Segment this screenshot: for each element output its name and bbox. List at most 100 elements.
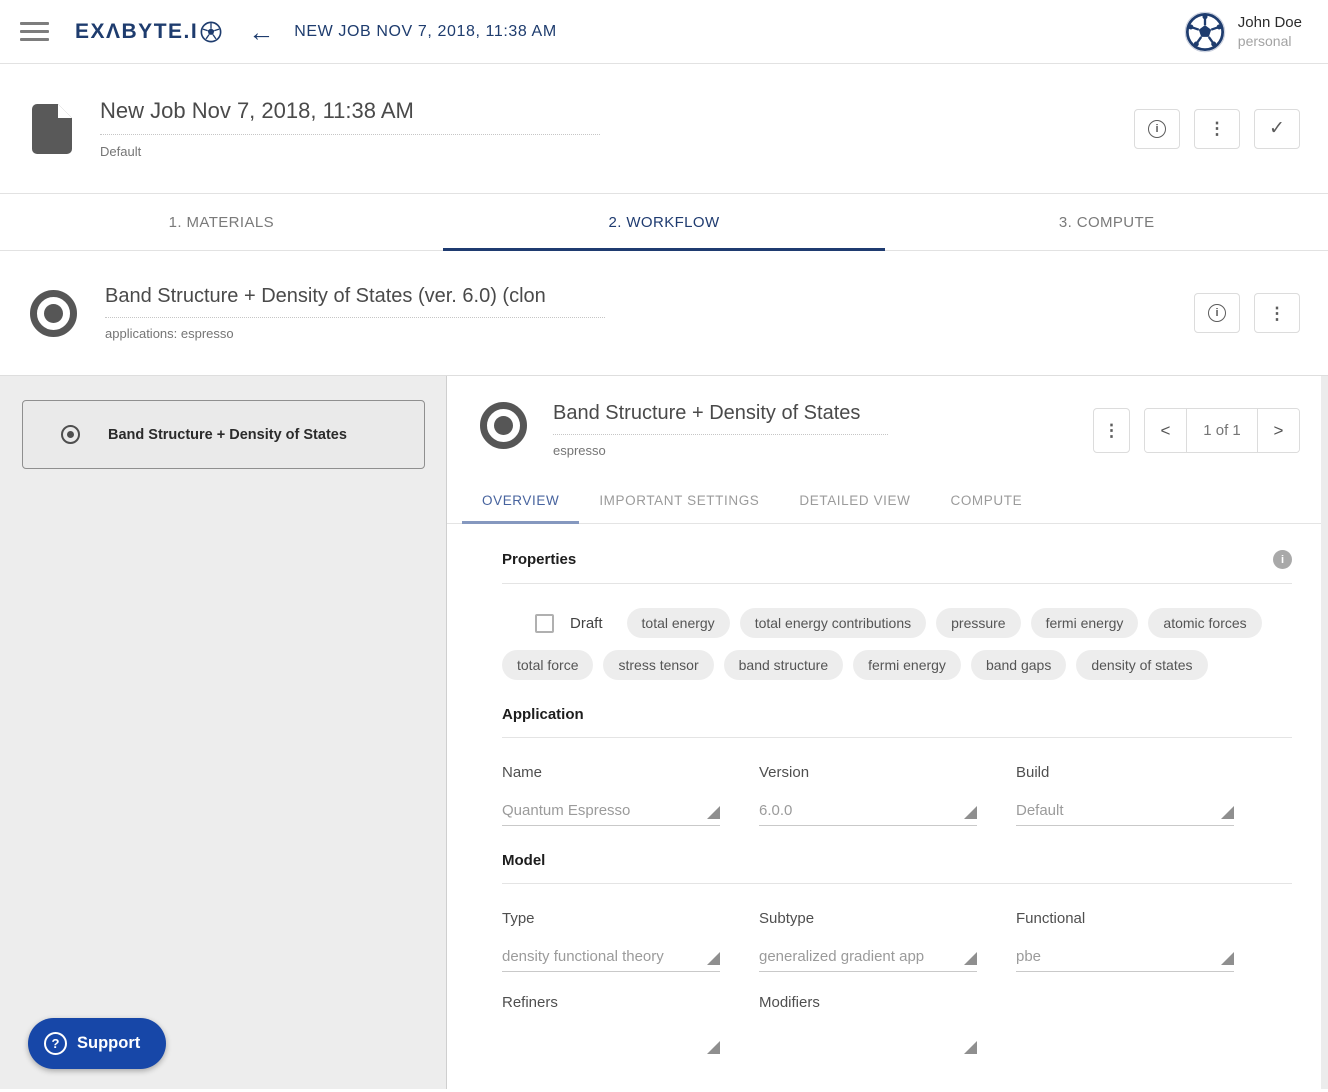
kebab-icon: ⋮ [1209, 120, 1226, 137]
step-compute[interactable]: 3. COMPUTE [885, 194, 1328, 250]
pager-status: 1 of 1 [1186, 409, 1258, 452]
job-title-input[interactable]: New Job Nov 7, 2018, 11:38 AM [100, 98, 600, 135]
subworkflow-icon [480, 402, 527, 449]
job-submit-button[interactable]: ✓ [1254, 109, 1300, 149]
tab-overview[interactable]: OVERVIEW [462, 478, 579, 523]
step-materials[interactable]: 1. MATERIALS [0, 194, 443, 250]
back-arrow-icon[interactable]: ← [248, 19, 274, 45]
divider [502, 737, 1292, 738]
dropdown-triangle-icon [964, 806, 977, 819]
kebab-icon: ⋮ [1103, 422, 1120, 439]
draft-label: Draft [570, 615, 603, 632]
property-tag[interactable]: total force [502, 650, 593, 680]
logo-text: EXΛBYTE.I [75, 20, 198, 44]
model-modifiers-select[interactable] [759, 1038, 977, 1060]
workflow-header: Band Structure + Density of States (ver.… [0, 251, 1328, 375]
subworkflow-item-icon [61, 425, 80, 444]
tab-detailed-view[interactable]: DETAILED VIEW [779, 478, 930, 523]
properties-info-icon[interactable]: i [1273, 550, 1292, 569]
field-label-modifiers: Modifiers [759, 994, 977, 1011]
divider [502, 883, 1292, 884]
user-menu[interactable]: John Doe personal [1184, 11, 1302, 53]
job-more-button[interactable]: ⋮ [1194, 109, 1240, 149]
exabyte-logo[interactable]: EXΛBYTE.I [75, 20, 222, 44]
field-label-refiners: Refiners [502, 994, 720, 1011]
subworkflow-tabs: OVERVIEW IMPORTANT SETTINGS DETAILED VIE… [447, 478, 1328, 524]
divider [502, 583, 1292, 584]
step-workflow[interactable]: 2. WORKFLOW [443, 194, 886, 250]
dropdown-triangle-icon [707, 1041, 720, 1054]
pager-next-button[interactable]: > [1258, 409, 1299, 452]
model-heading: Model [502, 852, 545, 869]
subworkflow-title-input[interactable]: Band Structure + Density of States [553, 402, 888, 435]
workflow-icon [30, 290, 77, 337]
subworkflow-header: Band Structure + Density of States espre… [447, 376, 1328, 458]
subworkflow-detail-panel: Band Structure + Density of States espre… [447, 376, 1328, 1089]
subworkflow-list-panel: Band Structure + Density of States ? Sup… [0, 376, 447, 1089]
wizard-steps: 1. MATERIALS 2. WORKFLOW 3. COMPUTE [0, 194, 1328, 251]
application-name-select[interactable]: Quantum Espresso [502, 802, 720, 826]
property-tag[interactable]: band structure [724, 650, 844, 680]
pager-prev-button[interactable]: < [1145, 409, 1186, 452]
property-tag[interactable]: stress tensor [603, 650, 713, 680]
question-icon: ? [44, 1032, 67, 1055]
property-tag[interactable]: density of states [1076, 650, 1207, 680]
logo-ball-icon [200, 21, 222, 43]
subworkflow-more-button[interactable]: ⋮ [1093, 408, 1130, 453]
app-header: EXΛBYTE.I ← NEW JOB NOV 7, 2018, 11:38 A… [0, 0, 1328, 64]
properties-tags: Draft total energy total energy contribu… [502, 608, 1292, 680]
property-tag[interactable]: fermi energy [1031, 608, 1139, 638]
subworkflow-list-item[interactable]: Band Structure + Density of States [22, 400, 425, 469]
field-label-name: Name [502, 764, 720, 781]
model-type-value: density functional theory [502, 948, 664, 965]
workflow-more-button[interactable]: ⋮ [1254, 293, 1300, 333]
model-fields: Type density functional theory Subtype g… [502, 910, 1292, 972]
document-icon [32, 104, 72, 154]
menu-icon[interactable] [20, 22, 49, 41]
field-label-subtype: Subtype [759, 910, 977, 927]
model-type-select[interactable]: density functional theory [502, 948, 720, 972]
subworkflow-item-label: Band Structure + Density of States [108, 427, 347, 443]
workflow-subtitle: applications: espresso [105, 326, 605, 341]
application-build-select[interactable]: Default [1016, 802, 1234, 826]
application-heading: Application [502, 706, 584, 723]
dropdown-triangle-icon [707, 952, 720, 965]
model-subtype-select[interactable]: generalized gradient app [759, 948, 977, 972]
dropdown-triangle-icon [964, 1041, 977, 1054]
property-tag[interactable]: total energy [627, 608, 730, 638]
model-fields-row2: Refiners Modifiers [502, 994, 1292, 1060]
model-subtype-value: generalized gradient app [759, 948, 924, 965]
property-tag[interactable]: pressure [936, 608, 1020, 638]
kebab-icon: ⋮ [1269, 305, 1286, 322]
workflow-info-button[interactable]: i [1194, 293, 1240, 333]
info-icon: i [1148, 120, 1166, 138]
dropdown-triangle-icon [964, 952, 977, 965]
property-tag[interactable]: band gaps [971, 650, 1066, 680]
application-name-value: Quantum Espresso [502, 802, 630, 819]
model-refiners-select[interactable] [502, 1038, 720, 1060]
tab-important-settings[interactable]: IMPORTANT SETTINGS [579, 478, 779, 523]
job-subtitle: Default [100, 144, 600, 159]
pager: < 1 of 1 > [1144, 408, 1300, 453]
property-tag[interactable]: atomic forces [1148, 608, 1261, 638]
properties-heading: Properties [502, 551, 576, 568]
dropdown-triangle-icon [707, 806, 720, 819]
field-label-functional: Functional [1016, 910, 1234, 927]
workflow-title-input[interactable]: Band Structure + Density of States (ver.… [105, 285, 605, 318]
model-functional-value: pbe [1016, 948, 1041, 965]
tab-compute[interactable]: COMPUTE [930, 478, 1042, 523]
check-icon: ✓ [1269, 119, 1285, 138]
draft-checkbox[interactable] [535, 614, 554, 633]
dropdown-triangle-icon [1221, 806, 1234, 819]
model-functional-select[interactable]: pbe [1016, 948, 1234, 972]
field-label-build: Build [1016, 764, 1234, 781]
job-info-button[interactable]: i [1134, 109, 1180, 149]
support-button[interactable]: ? Support [28, 1018, 166, 1069]
overview-content: Properties i Draft total energy total en… [447, 550, 1328, 1060]
application-version-select[interactable]: 6.0.0 [759, 802, 977, 826]
property-tag[interactable]: fermi energy [853, 650, 961, 680]
info-icon: i [1208, 304, 1226, 322]
property-tag[interactable]: total energy contributions [740, 608, 926, 638]
user-name: John Doe [1238, 13, 1302, 33]
user-scope: personal [1238, 32, 1302, 50]
